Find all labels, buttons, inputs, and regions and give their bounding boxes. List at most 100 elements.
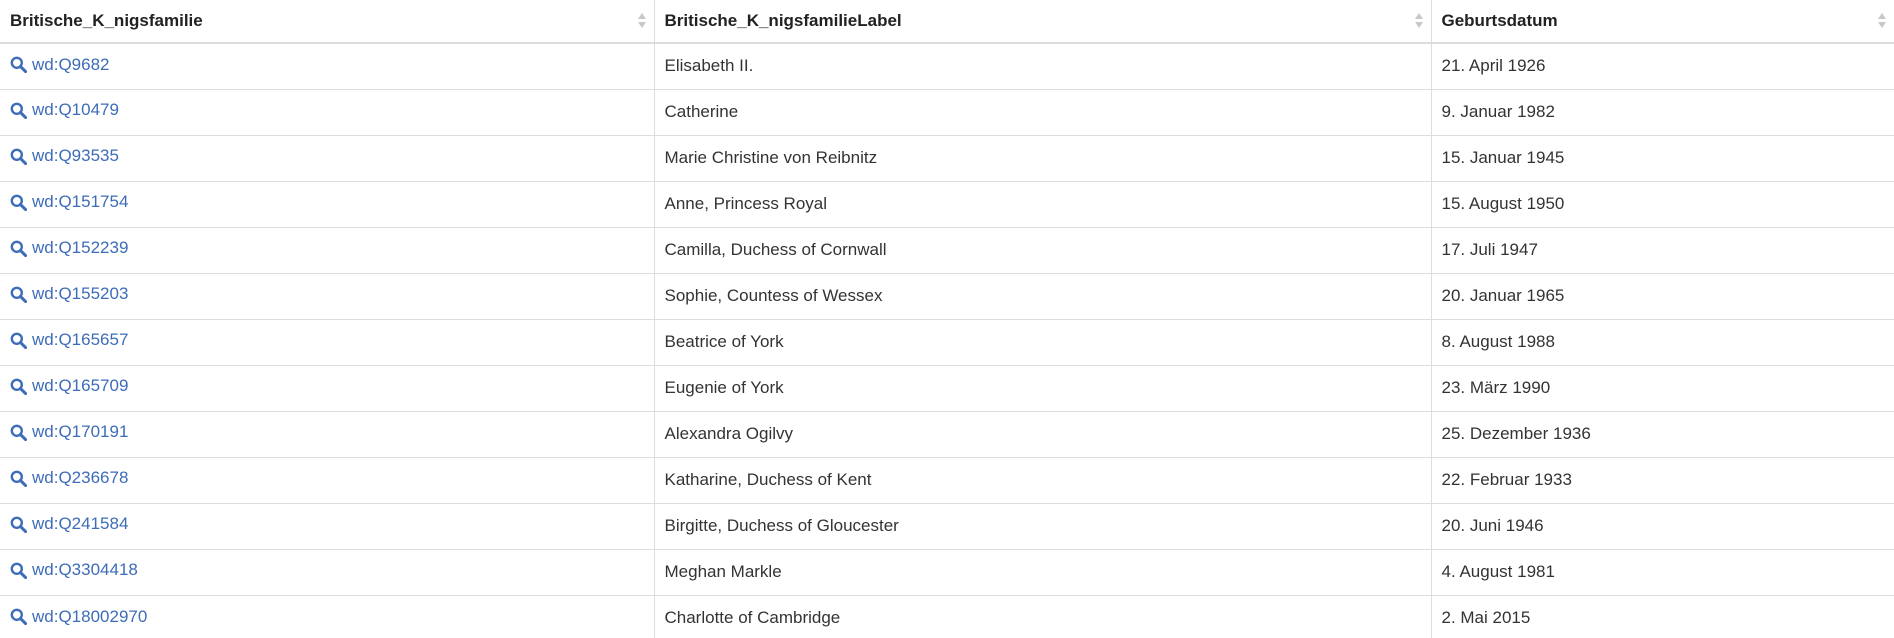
item-link[interactable]: wd:Q151754 [10, 192, 128, 212]
sort-icon[interactable] [637, 13, 646, 29]
item-id[interactable]: wd:Q155203 [32, 284, 128, 304]
search-icon[interactable] [10, 56, 27, 73]
search-icon[interactable] [10, 194, 27, 211]
table-row: wd:Q151754 Anne, Princess Royal 15. Augu… [0, 180, 1894, 227]
item-label: Birgitte, Duchess of Gloucester [664, 516, 899, 535]
item-id[interactable]: wd:Q151754 [32, 192, 128, 212]
birth-date: 20. Januar 1965 [1441, 286, 1565, 305]
item-id[interactable]: wd:Q241584 [32, 514, 128, 534]
search-icon[interactable] [10, 424, 27, 441]
search-icon[interactable] [10, 240, 27, 257]
birthdate-cell: 23. März 1990 [1430, 364, 1894, 411]
search-icon[interactable] [10, 378, 27, 395]
birth-date: 22. Februar 1933 [1441, 470, 1572, 489]
item-label: Marie Christine von Reibnitz [664, 148, 878, 167]
search-icon[interactable] [10, 516, 27, 533]
label-cell: Charlotte of Cambridge [653, 594, 1431, 638]
column-header-item[interactable]: Britische_K_nigsfamilie [0, 0, 654, 44]
item-link[interactable]: wd:Q3304418 [10, 560, 138, 580]
item-id[interactable]: wd:Q10479 [32, 100, 119, 120]
label-cell: Beatrice of York [653, 318, 1431, 365]
column-header-birthdate[interactable]: Geburtsdatum [1430, 0, 1894, 44]
birthdate-cell: 2. Mai 2015 [1430, 594, 1894, 638]
table-row: wd:Q170191 Alexandra Ogilvy 25. Dezember… [0, 410, 1894, 457]
item-link[interactable]: wd:Q10479 [10, 100, 119, 120]
item-label: Camilla, Duchess of Cornwall [664, 240, 887, 259]
item-link[interactable]: wd:Q152239 [10, 238, 128, 258]
item-cell: wd:Q3304418 [0, 548, 654, 595]
item-link[interactable]: wd:Q241584 [10, 514, 128, 534]
table-row: wd:Q93535 Marie Christine von Reibnitz 1… [0, 134, 1894, 181]
item-id[interactable]: wd:Q165709 [32, 376, 128, 396]
item-cell: wd:Q165709 [0, 364, 654, 411]
label-cell: Camilla, Duchess of Cornwall [653, 226, 1431, 273]
birth-date: 9. Januar 1982 [1441, 102, 1555, 121]
item-link[interactable]: wd:Q170191 [10, 422, 128, 442]
item-id[interactable]: wd:Q152239 [32, 238, 128, 258]
item-cell: wd:Q9682 [0, 43, 654, 89]
search-icon[interactable] [10, 470, 27, 487]
item-label: Sophie, Countess of Wessex [664, 286, 883, 305]
column-header-label-col[interactable]: Britische_K_nigsfamilieLabel [653, 0, 1431, 44]
label-cell: Katharine, Duchess of Kent [653, 456, 1431, 503]
item-link[interactable]: wd:Q155203 [10, 284, 128, 304]
search-icon[interactable] [10, 102, 27, 119]
item-cell: wd:Q241584 [0, 502, 654, 549]
item-label: Catherine [664, 102, 739, 121]
item-link[interactable]: wd:Q236678 [10, 468, 128, 488]
birth-date: 2. Mai 2015 [1441, 608, 1531, 628]
table-header: Britische_K_nigsfamilie Britische_K_nigs… [0, 0, 1894, 44]
item-label: Meghan Markle [664, 562, 782, 581]
header-row: Britische_K_nigsfamilie Britische_K_nigs… [0, 0, 1894, 44]
sort-icon[interactable] [1414, 13, 1423, 29]
item-id[interactable]: wd:Q9682 [32, 55, 110, 75]
item-label: Eugenie of York [664, 378, 784, 397]
birthdate-cell: 8. August 1988 [1430, 318, 1894, 365]
item-cell: wd:Q10479 [0, 88, 654, 135]
search-icon[interactable] [10, 562, 27, 579]
item-id[interactable]: wd:Q93535 [32, 146, 119, 166]
birth-date: 17. Juli 1947 [1441, 240, 1538, 259]
item-label: Alexandra Ogilvy [664, 424, 794, 443]
table-row: wd:Q18002970 Charlotte of Cambridge 2. M… [0, 594, 1894, 638]
item-link[interactable]: wd:Q18002970 [10, 607, 147, 627]
birthdate-cell: 25. Dezember 1936 [1430, 410, 1894, 457]
sort-icon[interactable] [1878, 13, 1886, 29]
item-label: Anne, Princess Royal [664, 194, 828, 213]
table-row: wd:Q236678 Katharine, Duchess of Kent 22… [0, 456, 1894, 503]
birthdate-cell: 20. Juni 1946 [1430, 502, 1894, 549]
column-header-label: Geburtsdatum [1441, 11, 1558, 30]
table-row: wd:Q10479 Catherine 9. Januar 1982 [0, 88, 1894, 135]
label-cell: Alexandra Ogilvy [653, 410, 1431, 457]
birth-date: 23. März 1990 [1441, 378, 1551, 397]
birthdate-cell: 22. Februar 1933 [1430, 456, 1894, 503]
birthdate-cell: 9. Januar 1982 [1430, 88, 1894, 135]
table-row: wd:Q165657 Beatrice of York 8. August 19… [0, 318, 1894, 365]
item-cell: wd:Q155203 [0, 272, 654, 319]
item-cell: wd:Q165657 [0, 318, 654, 365]
search-icon[interactable] [10, 332, 27, 349]
item-id[interactable]: wd:Q165657 [32, 330, 128, 350]
item-label: Katharine, Duchess of Kent [664, 470, 872, 489]
results-table-container: Britische_K_nigsfamilie Britische_K_nigs… [0, 0, 1894, 638]
search-icon[interactable] [10, 148, 27, 165]
item-id[interactable]: wd:Q18002970 [32, 607, 147, 627]
item-link[interactable]: wd:Q165709 [10, 376, 128, 396]
table-row: wd:Q152239 Camilla, Duchess of Cornwall … [0, 226, 1894, 273]
birth-date: 15. Januar 1945 [1441, 148, 1565, 167]
item-id[interactable]: wd:Q170191 [32, 422, 128, 442]
label-cell: Elisabeth II. [653, 43, 1431, 89]
search-icon[interactable] [10, 286, 27, 303]
item-id[interactable]: wd:Q236678 [32, 468, 128, 488]
search-icon[interactable] [10, 608, 27, 625]
label-cell: Eugenie of York [653, 364, 1431, 411]
label-cell: Birgitte, Duchess of Gloucester [653, 502, 1431, 549]
results-table: Britische_K_nigsfamilie Britische_K_nigs… [0, 0, 1894, 638]
item-link[interactable]: wd:Q165657 [10, 330, 128, 350]
item-cell: wd:Q18002970 [0, 594, 654, 638]
item-id[interactable]: wd:Q3304418 [32, 560, 138, 580]
column-header-label: Britische_K_nigsfamilie [10, 11, 203, 30]
label-cell: Marie Christine von Reibnitz [653, 134, 1431, 181]
item-link[interactable]: wd:Q93535 [10, 146, 119, 166]
item-link[interactable]: wd:Q9682 [10, 55, 110, 75]
